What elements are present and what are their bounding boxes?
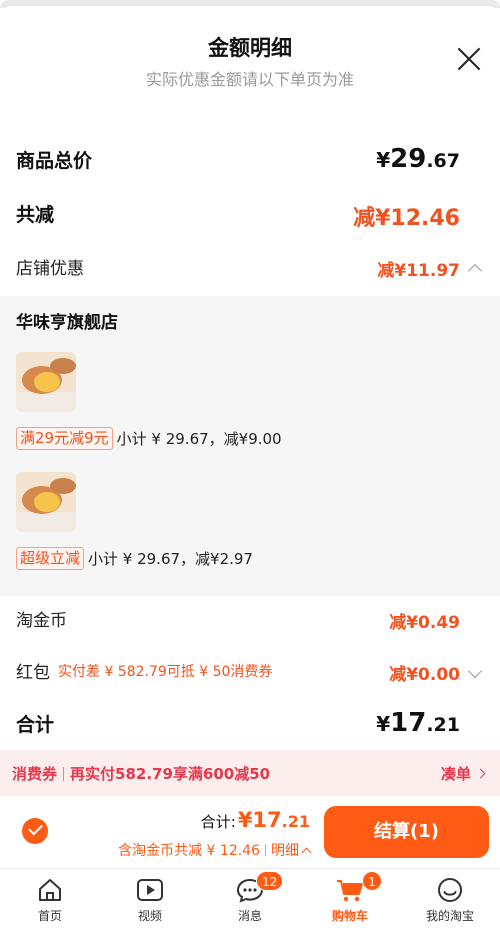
bottom-discount-text: 含淘金币共减 ¥ 12.46	[118, 843, 260, 859]
coupon-bar[interactable]: 消费券 再实付582.79享满600减50 凑单	[0, 750, 500, 796]
taojinbi-label: 淘金币	[16, 611, 67, 631]
taojinbi-value: 减¥0.49	[389, 613, 460, 633]
video-icon	[137, 879, 163, 901]
grand-total-value: ¥17.21	[376, 708, 460, 738]
grand-total-row: 合计 ¥17.21	[0, 708, 500, 744]
promo-detail: 小计 ¥ 29.67，减¥2.97	[88, 549, 253, 568]
tab-label: 我的淘宝	[425, 909, 474, 923]
promo-line: 满29元减9元 小计 ¥ 29.67，减¥9.00	[16, 426, 282, 450]
promo-tag: 超级立减	[16, 546, 85, 570]
cart-badge: 1	[362, 871, 382, 891]
tab-label: 购物车	[331, 909, 368, 923]
cart-icon	[337, 880, 363, 902]
chevron-up-icon	[301, 847, 312, 857]
checkout-button[interactable]: 结算(1)	[324, 806, 489, 858]
goods-total-row: 商品总价 ¥29.67	[0, 144, 500, 180]
detail-toggle-label: 明细	[271, 843, 299, 859]
tab-video[interactable]: 视频	[100, 869, 200, 928]
tab-label: 视频	[137, 909, 162, 923]
add-on-label: 凑单	[440, 765, 471, 783]
store-discount-row[interactable]: 店铺优惠 减¥11.97	[0, 254, 500, 288]
coupon-text: 再实付582.79享满600减50	[70, 765, 271, 783]
store-discount-label: 店铺优惠	[16, 259, 84, 279]
store-name: 华味亨旗舰店	[16, 313, 118, 333]
home-icon	[39, 879, 61, 901]
add-on-link[interactable]: 凑单	[440, 763, 486, 784]
store-discount-value: 减¥11.97	[377, 261, 460, 281]
goods-total-value: ¥29.67	[376, 144, 460, 174]
total-discount-row: 共减 减¥12.46	[0, 200, 500, 234]
sheet-title: 金额明细	[208, 36, 292, 60]
bottom-total: 合计: ¥17.21	[201, 808, 310, 832]
chevron-right-icon	[475, 768, 486, 779]
goods-total-label: 商品总价	[16, 150, 93, 172]
total-discount-value: 减¥12.46	[353, 206, 460, 231]
hongbao-value: 减¥0.00	[389, 665, 460, 685]
coupon-divider	[63, 766, 65, 781]
tab-profile[interactable]: 我的淘宝	[400, 869, 500, 928]
grand-total-label: 合计	[16, 714, 55, 736]
sheet-subtitle: 实际优惠金额请以下单页为准	[145, 70, 354, 89]
bottom-divider	[265, 844, 266, 856]
total-discount-label: 共减	[16, 204, 55, 226]
promo-line: 超级立减 小计 ¥ 29.67，减¥2.97	[16, 546, 253, 570]
tab-label: 首页	[37, 909, 62, 923]
bottom-tab-bar: 首页 视频 12 消息 1 购物车 我的淘宝	[0, 868, 500, 928]
hongbao-row[interactable]: 红包 实付差 ¥ 582.79可抵 ¥ 50消费券 减¥0.00	[0, 658, 500, 692]
chevron-up-icon[interactable]	[467, 263, 483, 279]
chevron-down-icon[interactable]	[467, 663, 483, 679]
promo-tag: 满29元减9元	[16, 426, 113, 450]
product-thumbnail	[16, 352, 76, 412]
checkout-bar: 合计: ¥17.21 含淘金币共减 ¥ 12.46 明细 结算(1)	[0, 796, 500, 868]
hongbao-label: 红包	[16, 663, 50, 683]
profile-icon	[438, 878, 462, 902]
bottom-total-value: ¥17.21	[237, 808, 310, 832]
tab-messages[interactable]: 12 消息	[200, 869, 300, 928]
coupon-label: 消费券	[12, 765, 58, 783]
hongbao-hint: 实付差 ¥ 582.79可抵 ¥ 50消费券	[58, 663, 273, 680]
tab-home[interactable]: 首页	[0, 869, 100, 928]
promo-detail: 小计 ¥ 29.67，减¥9.00	[116, 429, 282, 448]
product-thumbnail	[16, 472, 76, 532]
tab-label: 消息	[237, 909, 262, 923]
taojinbi-row: 淘金币 减¥0.49	[0, 606, 500, 640]
bottom-total-label: 合计:	[200, 813, 236, 831]
select-all-checkbox[interactable]	[22, 818, 48, 844]
bottom-discount-detail[interactable]: 含淘金币共减 ¥ 12.46 明细	[118, 840, 312, 860]
tab-cart[interactable]: 1 购物车	[300, 869, 400, 928]
message-badge: 12	[256, 871, 284, 891]
sheet-header: 金额明细 实际优惠金额请以下单页为准	[0, 6, 500, 116]
hongbao-label-group: 红包 实付差 ¥ 582.79可抵 ¥ 50消费券	[16, 658, 272, 683]
store-discount-panel: 华味亨旗舰店 满29元减9元 小计 ¥ 29.67，减¥9.00 超级立减 小计…	[0, 296, 500, 596]
close-icon[interactable]	[456, 46, 482, 72]
coupon-info: 消费券 再实付582.79享满600减50	[12, 763, 270, 784]
